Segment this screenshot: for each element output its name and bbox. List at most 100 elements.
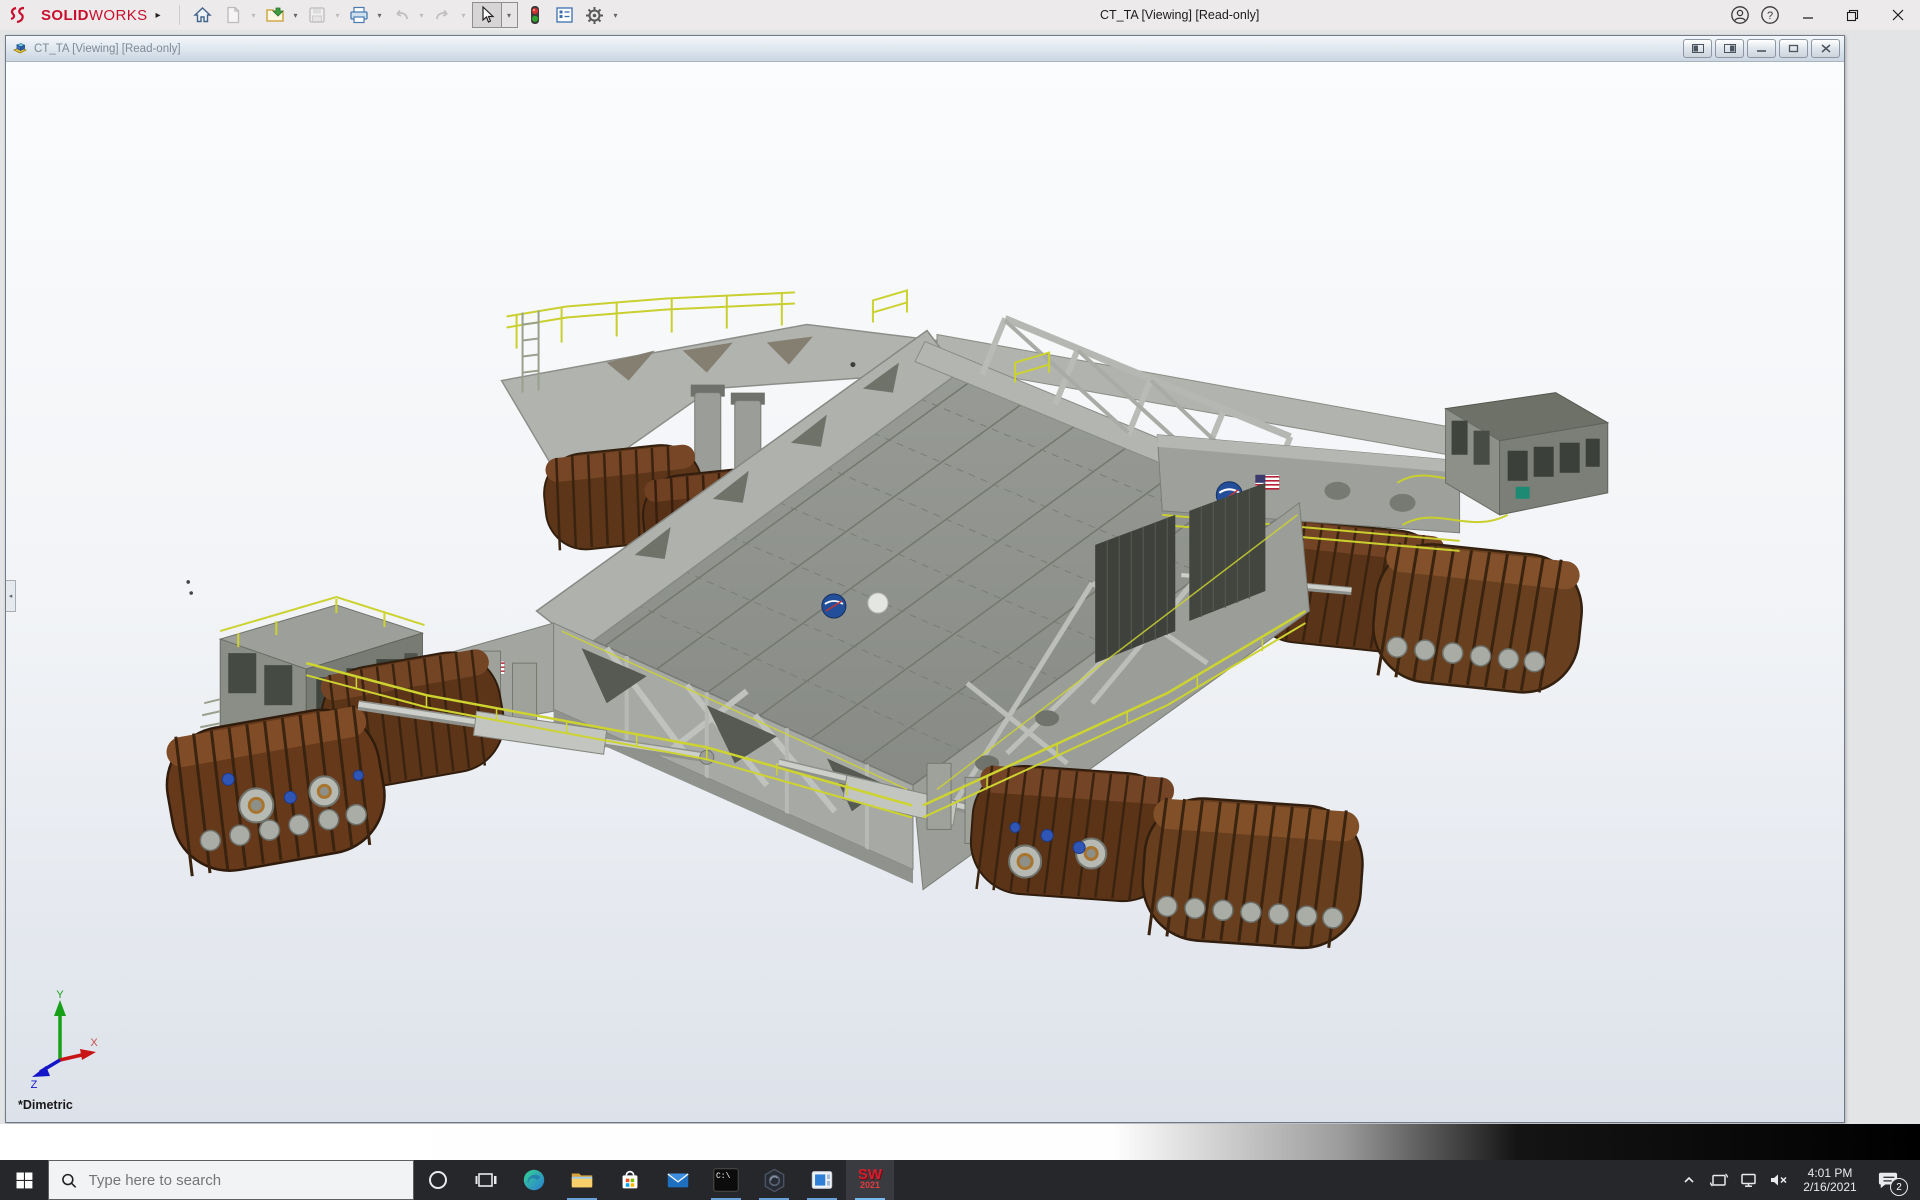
- taskbar-app-store[interactable]: [606, 1160, 654, 1200]
- print-button[interactable]: [345, 1, 373, 29]
- redo-caret[interactable]: ▾: [458, 11, 470, 20]
- volume-button[interactable]: [1764, 1160, 1794, 1200]
- account-icon: [1730, 5, 1750, 25]
- pane-right-button[interactable]: [1715, 39, 1744, 58]
- feature-panel-collapse-tab[interactable]: ◂: [6, 580, 16, 612]
- close-icon: [1892, 9, 1904, 21]
- taskbar-app-blue-window[interactable]: [798, 1160, 846, 1200]
- new-document-icon: [225, 6, 241, 24]
- taskbar-app-mail[interactable]: [654, 1160, 702, 1200]
- undo-button[interactable]: [387, 1, 415, 29]
- select-cursor-icon[interactable]: [472, 2, 502, 28]
- print-icon: [349, 6, 369, 24]
- close-button[interactable]: [1875, 0, 1920, 30]
- taskbar-app-hexagon[interactable]: [750, 1160, 798, 1200]
- doc-close-button[interactable]: [1811, 39, 1840, 58]
- svg-text:?: ?: [1767, 10, 1773, 22]
- viewport-3d[interactable]: Y X Z *Dimetric ◂: [6, 62, 1844, 1122]
- clock-date: 2/16/2021: [1794, 1180, 1866, 1194]
- cortana-button[interactable]: [414, 1160, 462, 1200]
- command-prompt-glyph: C:\: [716, 1172, 730, 1181]
- save-icon: [308, 6, 326, 24]
- help-icon: ?: [1760, 5, 1780, 25]
- print-caret[interactable]: ▾: [374, 11, 386, 20]
- brand-works: WORKS: [89, 7, 148, 24]
- blue-window-app-icon: [809, 1167, 835, 1193]
- new-document-caret[interactable]: ▾: [248, 11, 260, 20]
- file-explorer-icon: [569, 1167, 595, 1193]
- display-options-icon: [555, 6, 574, 24]
- start-button[interactable]: [0, 1160, 48, 1200]
- home-button[interactable]: [189, 1, 217, 29]
- taskbar-app-command-prompt[interactable]: C:\: [702, 1160, 750, 1200]
- 3ds-logo-icon: [10, 6, 36, 24]
- gear-icon: [585, 6, 604, 25]
- minimize-icon: [1802, 9, 1814, 21]
- rebuild-traffic-light-button[interactable]: [521, 1, 549, 29]
- rear-right-cab: [1446, 393, 1608, 515]
- taskbar-app-solidworks[interactable]: SW 2021: [846, 1160, 894, 1200]
- triad-z-label: Z: [31, 1079, 38, 1088]
- undo-caret[interactable]: ▾: [416, 11, 428, 20]
- taskbar-app-edge[interactable]: [510, 1160, 558, 1200]
- app-titlebar: SOLIDWORKS ▸ ▾ ▾: [0, 0, 1920, 31]
- restore-icon: [1846, 9, 1859, 22]
- open-button[interactable]: [261, 1, 289, 29]
- network-icon: [1739, 1171, 1759, 1189]
- new-document-button[interactable]: [219, 1, 247, 29]
- tablet-mode-button[interactable]: [1704, 1160, 1734, 1200]
- help-button[interactable]: ?: [1755, 0, 1785, 30]
- window-title: CT_TA [Viewing] [Read-only]: [1100, 8, 1259, 22]
- network-button[interactable]: [1734, 1160, 1764, 1200]
- taskbar-app-file-explorer[interactable]: [558, 1160, 606, 1200]
- minimize-button[interactable]: [1785, 0, 1830, 30]
- assembly-icon: [12, 41, 28, 56]
- redo-icon: [433, 6, 453, 24]
- task-view-icon: [474, 1169, 498, 1191]
- notifications-button[interactable]: 2: [1866, 1160, 1910, 1200]
- document-window-buttons: [1680, 39, 1840, 58]
- taskbar: C:\ SW 2021: [0, 1160, 1920, 1200]
- search-input[interactable]: [87, 1171, 401, 1190]
- brand-solid: SOLID: [41, 7, 89, 24]
- clock-time: 4:01 PM: [1794, 1166, 1866, 1180]
- document-titlebar[interactable]: CT_TA [Viewing] [Read-only]: [6, 36, 1844, 62]
- store-icon: [617, 1167, 643, 1193]
- save-caret[interactable]: ▾: [332, 11, 344, 20]
- solidworks-taskbar-icon: SW: [858, 1170, 882, 1180]
- document-window: CT_TA [Viewing] [Read-only]: [5, 35, 1845, 1123]
- reference-triad: Y X Z: [24, 988, 100, 1088]
- track-assembly-front-right: [927, 762, 1368, 951]
- select-tool-caret[interactable]: ▾: [502, 2, 518, 28]
- select-tool[interactable]: ▾: [472, 2, 518, 28]
- taskbar-search[interactable]: [48, 1160, 414, 1200]
- notification-count-badge: 2: [1890, 1178, 1908, 1196]
- mail-icon: [665, 1167, 691, 1193]
- open-folder-icon: [265, 6, 285, 24]
- redo-button[interactable]: [429, 1, 457, 29]
- display-options-button[interactable]: [551, 1, 579, 29]
- window-controls: ?: [1725, 0, 1920, 30]
- save-button[interactable]: [303, 1, 331, 29]
- flyout-arrow-icon[interactable]: ▸: [156, 10, 161, 21]
- hidden-icons-button[interactable]: [1674, 1160, 1704, 1200]
- edge-icon: [521, 1167, 547, 1193]
- volume-muted-icon: [1768, 1171, 1790, 1189]
- account-button[interactable]: [1725, 0, 1755, 30]
- task-view-button[interactable]: [462, 1160, 510, 1200]
- taskbar-clock[interactable]: 4:01 PM 2/16/2021: [1794, 1166, 1866, 1194]
- restore-button[interactable]: [1830, 0, 1875, 30]
- settings-caret[interactable]: ▾: [610, 11, 622, 20]
- crawler-transporter-model: [6, 62, 1844, 1122]
- system-tray: 4:01 PM 2/16/2021 2: [1674, 1160, 1920, 1200]
- view-orientation-label: *Dimetric: [18, 1098, 73, 1112]
- cortana-icon: [427, 1169, 449, 1191]
- settings-button[interactable]: [581, 1, 609, 29]
- pane-left-button[interactable]: [1683, 39, 1712, 58]
- mdi-area: CT_TA [Viewing] [Read-only]: [0, 30, 1920, 1124]
- triad-y-label: Y: [56, 989, 64, 1001]
- document-title: CT_TA [Viewing] [Read-only]: [34, 43, 181, 55]
- open-caret[interactable]: ▾: [290, 11, 302, 20]
- doc-restore-button[interactable]: [1779, 39, 1808, 58]
- doc-minimize-button[interactable]: [1747, 39, 1776, 58]
